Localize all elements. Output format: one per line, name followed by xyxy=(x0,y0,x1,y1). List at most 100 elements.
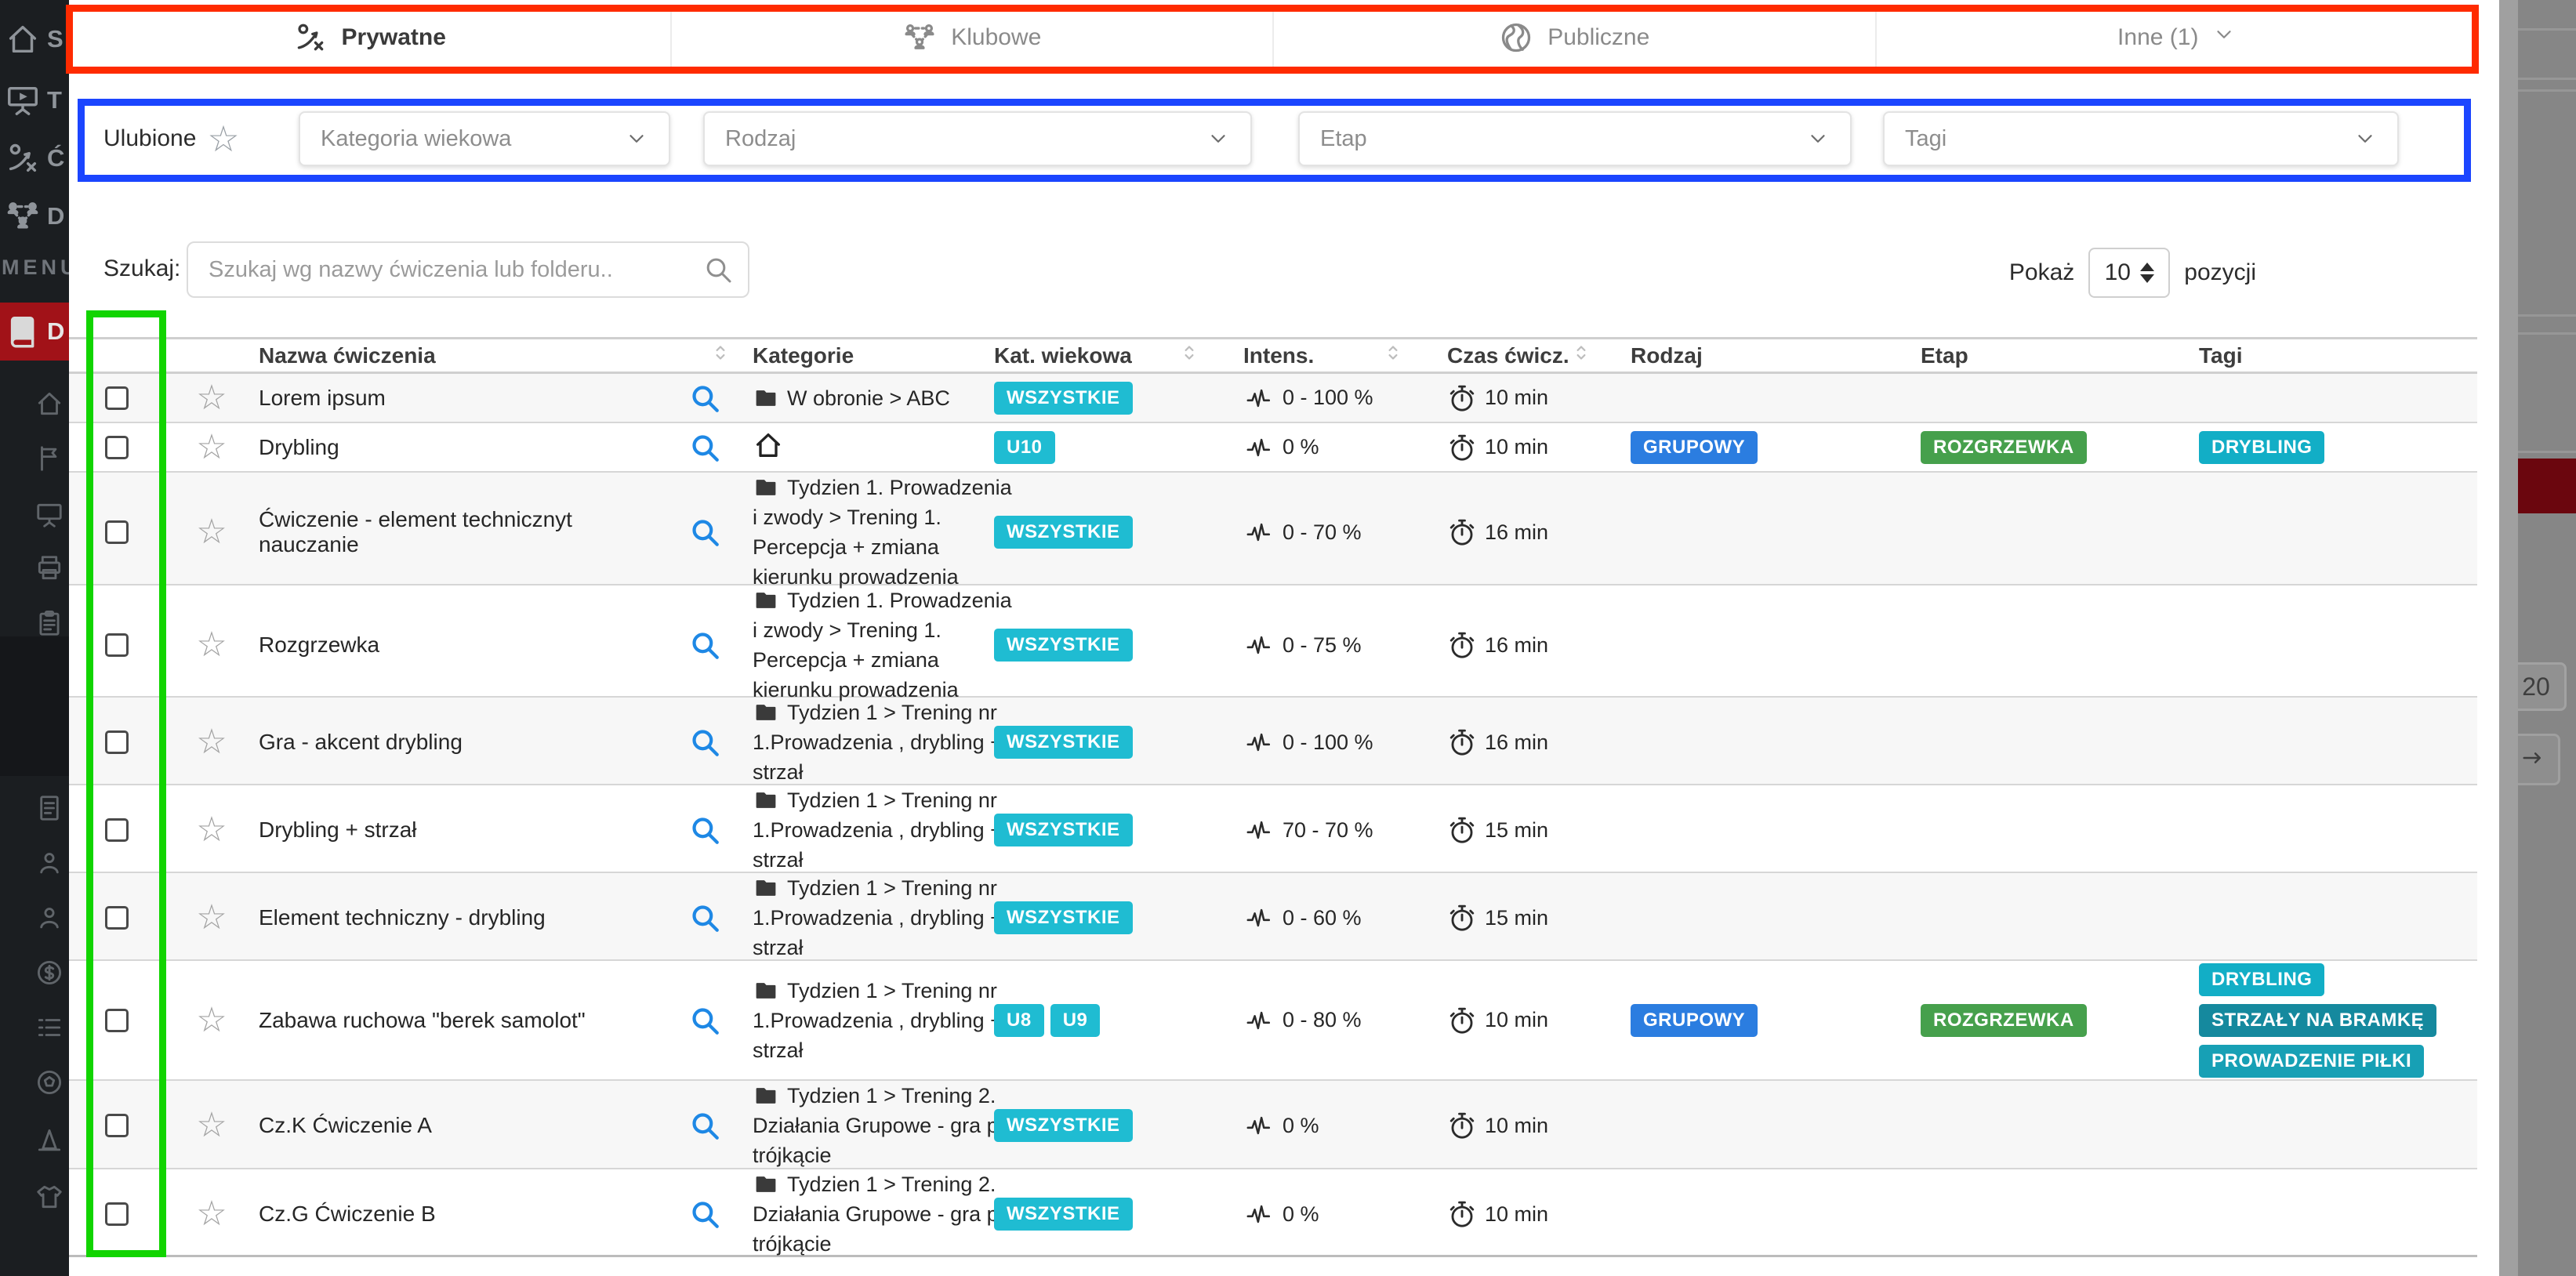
filter-select-rodzaj[interactable]: Rodzaj xyxy=(703,111,1252,166)
folder-path-line: strzał xyxy=(753,933,804,962)
folder-path-line: 1.Prowadzenia , drybling + xyxy=(753,815,1003,845)
sidebar-item-active[interactable]: D xyxy=(0,303,69,361)
folder-path-line: strzał xyxy=(753,757,804,787)
preview-button[interactable] xyxy=(688,1081,753,1170)
sort-icon[interactable] xyxy=(1381,339,1405,372)
sidebar-mini-item[interactable] xyxy=(34,608,64,642)
scrollbar[interactable] xyxy=(2499,0,2518,1276)
document-icon xyxy=(34,793,64,823)
row-favorite-star[interactable]: ☆ xyxy=(165,873,259,962)
sort-icon[interactable] xyxy=(1177,339,1201,372)
team-icon xyxy=(902,20,937,55)
sidebar-mini-item[interactable] xyxy=(34,389,64,422)
sort-icon[interactable] xyxy=(1569,339,1593,372)
page-size-select[interactable]: 10 xyxy=(2088,248,2170,298)
row-checkbox[interactable] xyxy=(105,386,129,410)
filter-select-tagi[interactable]: Tagi xyxy=(1883,111,2399,166)
intensity-value: 0 - 80 % xyxy=(1283,1008,1362,1032)
sidebar-mini-item[interactable] xyxy=(34,848,64,882)
app-root: STĆDDMENU PrywatneKlubowePubliczneInne (… xyxy=(0,0,2576,1276)
row-favorite-star[interactable]: ☆ xyxy=(165,423,259,471)
row-checkbox[interactable] xyxy=(105,436,129,459)
sidebar-mini-item[interactable] xyxy=(34,903,64,937)
sidebar-mini-item[interactable] xyxy=(34,793,64,827)
search-icon xyxy=(688,382,721,415)
row-favorite-star[interactable]: ☆ xyxy=(165,374,259,422)
tab-inne-1-[interactable]: Inne (1) xyxy=(1875,6,2478,69)
favorites-filter[interactable]: Ulubione ☆ xyxy=(103,121,240,157)
header-nazwa[interactable]: Nazwa ćwiczenia xyxy=(259,339,753,372)
row-checkbox[interactable] xyxy=(105,730,129,754)
sidebar-mini-item[interactable] xyxy=(34,500,64,534)
preview-button[interactable] xyxy=(688,473,753,592)
exercise-name: Zabawa ruchowa "berek samolot" xyxy=(259,961,688,1079)
preview-button[interactable] xyxy=(688,873,753,962)
preview-button[interactable] xyxy=(688,585,753,705)
person-icon xyxy=(34,848,64,878)
row-checkbox[interactable] xyxy=(105,1114,129,1137)
age-category-cell: WSZYSTKIE xyxy=(994,374,1221,422)
preview-button[interactable] xyxy=(688,785,753,875)
tab-prywatne[interactable]: Prywatne xyxy=(69,6,670,72)
sidebar-mini-item[interactable] xyxy=(34,958,64,991)
star-icon[interactable]: ☆ xyxy=(207,121,239,157)
stopwatch-icon xyxy=(1447,517,1477,548)
spinner-icon[interactable] xyxy=(2140,263,2154,283)
pulse-icon xyxy=(1243,1007,1275,1034)
intensity-value: 0 % xyxy=(1283,435,1319,459)
filter-select-etap[interactable]: Etap xyxy=(1298,111,1852,166)
filter-bar: Ulubione ☆ Kategoria wiekowa Rodzaj Etap Ta… xyxy=(69,110,2477,172)
header-kategorie: Kategorie xyxy=(753,339,994,372)
sidebar-mini-item[interactable] xyxy=(34,444,64,477)
tab-label: Publiczne xyxy=(1547,24,1649,51)
tags-cell xyxy=(2186,1169,2476,1259)
sidebar-item-0[interactable]: S xyxy=(0,11,69,67)
sidebar-mini-item[interactable] xyxy=(34,1182,64,1216)
preview-button[interactable] xyxy=(688,961,753,1079)
row-favorite-star[interactable]: ☆ xyxy=(165,961,259,1079)
sort-icon[interactable] xyxy=(709,339,732,372)
sidebar-mini-item[interactable] xyxy=(34,1068,64,1101)
search-input[interactable] xyxy=(187,241,749,298)
folder-path-line: trójkącie xyxy=(753,1140,832,1170)
etap-cell xyxy=(1896,698,2186,787)
row-checkbox[interactable] xyxy=(105,818,129,842)
tab-klubowe[interactable]: Klubowe xyxy=(670,6,1273,69)
sidebar-mini-item[interactable] xyxy=(34,553,64,587)
row-favorite-star[interactable]: ☆ xyxy=(165,585,259,705)
intensity-value: 0 % xyxy=(1283,1202,1319,1227)
row-favorite-star[interactable]: ☆ xyxy=(165,1169,259,1259)
row-checkbox[interactable] xyxy=(105,1009,129,1032)
sidebar-mini-item[interactable] xyxy=(34,1013,64,1046)
preview-button[interactable] xyxy=(688,374,753,422)
sidebar-item-3[interactable]: D xyxy=(0,188,69,245)
preview-button[interactable] xyxy=(688,698,753,787)
folder-path-line: i zwody > Trening 1. xyxy=(753,502,942,532)
duration-value: 10 min xyxy=(1485,1008,1548,1032)
sidebar-divider xyxy=(0,636,69,776)
row-checkbox[interactable] xyxy=(105,906,129,930)
filter-select-kategoria-wiekowa[interactable]: Kategoria wiekowa xyxy=(299,111,670,166)
intensity-value: 0 - 60 % xyxy=(1283,906,1362,930)
stopwatch-icon xyxy=(1447,902,1477,933)
background-box xyxy=(2518,332,2576,453)
header-czas[interactable]: Czas ćwicz. xyxy=(1425,339,1613,372)
tab-label: Inne (1) xyxy=(2117,24,2198,51)
cone-icon xyxy=(34,1126,64,1155)
row-favorite-star[interactable]: ☆ xyxy=(165,698,259,787)
sidebar-mini-item[interactable] xyxy=(34,1126,64,1159)
tab-publiczne[interactable]: Publiczne xyxy=(1272,6,1875,69)
row-checkbox[interactable] xyxy=(105,633,129,657)
header-intens[interactable]: Intens. xyxy=(1221,339,1425,372)
row-checkbox[interactable] xyxy=(105,1202,129,1226)
folder-path-line: Tydzien 1 > Trening nr xyxy=(753,698,997,727)
sidebar-item-2[interactable]: Ć xyxy=(0,130,69,187)
preview-button[interactable] xyxy=(688,423,753,471)
sidebar-item-1[interactable]: T xyxy=(0,72,69,129)
row-favorite-star[interactable]: ☆ xyxy=(165,785,259,875)
row-favorite-star[interactable]: ☆ xyxy=(165,473,259,592)
row-checkbox[interactable] xyxy=(105,520,129,544)
row-favorite-star[interactable]: ☆ xyxy=(165,1081,259,1170)
header-kat-wiekowa[interactable]: Kat. wiekowa xyxy=(994,339,1221,372)
preview-button[interactable] xyxy=(688,1169,753,1259)
